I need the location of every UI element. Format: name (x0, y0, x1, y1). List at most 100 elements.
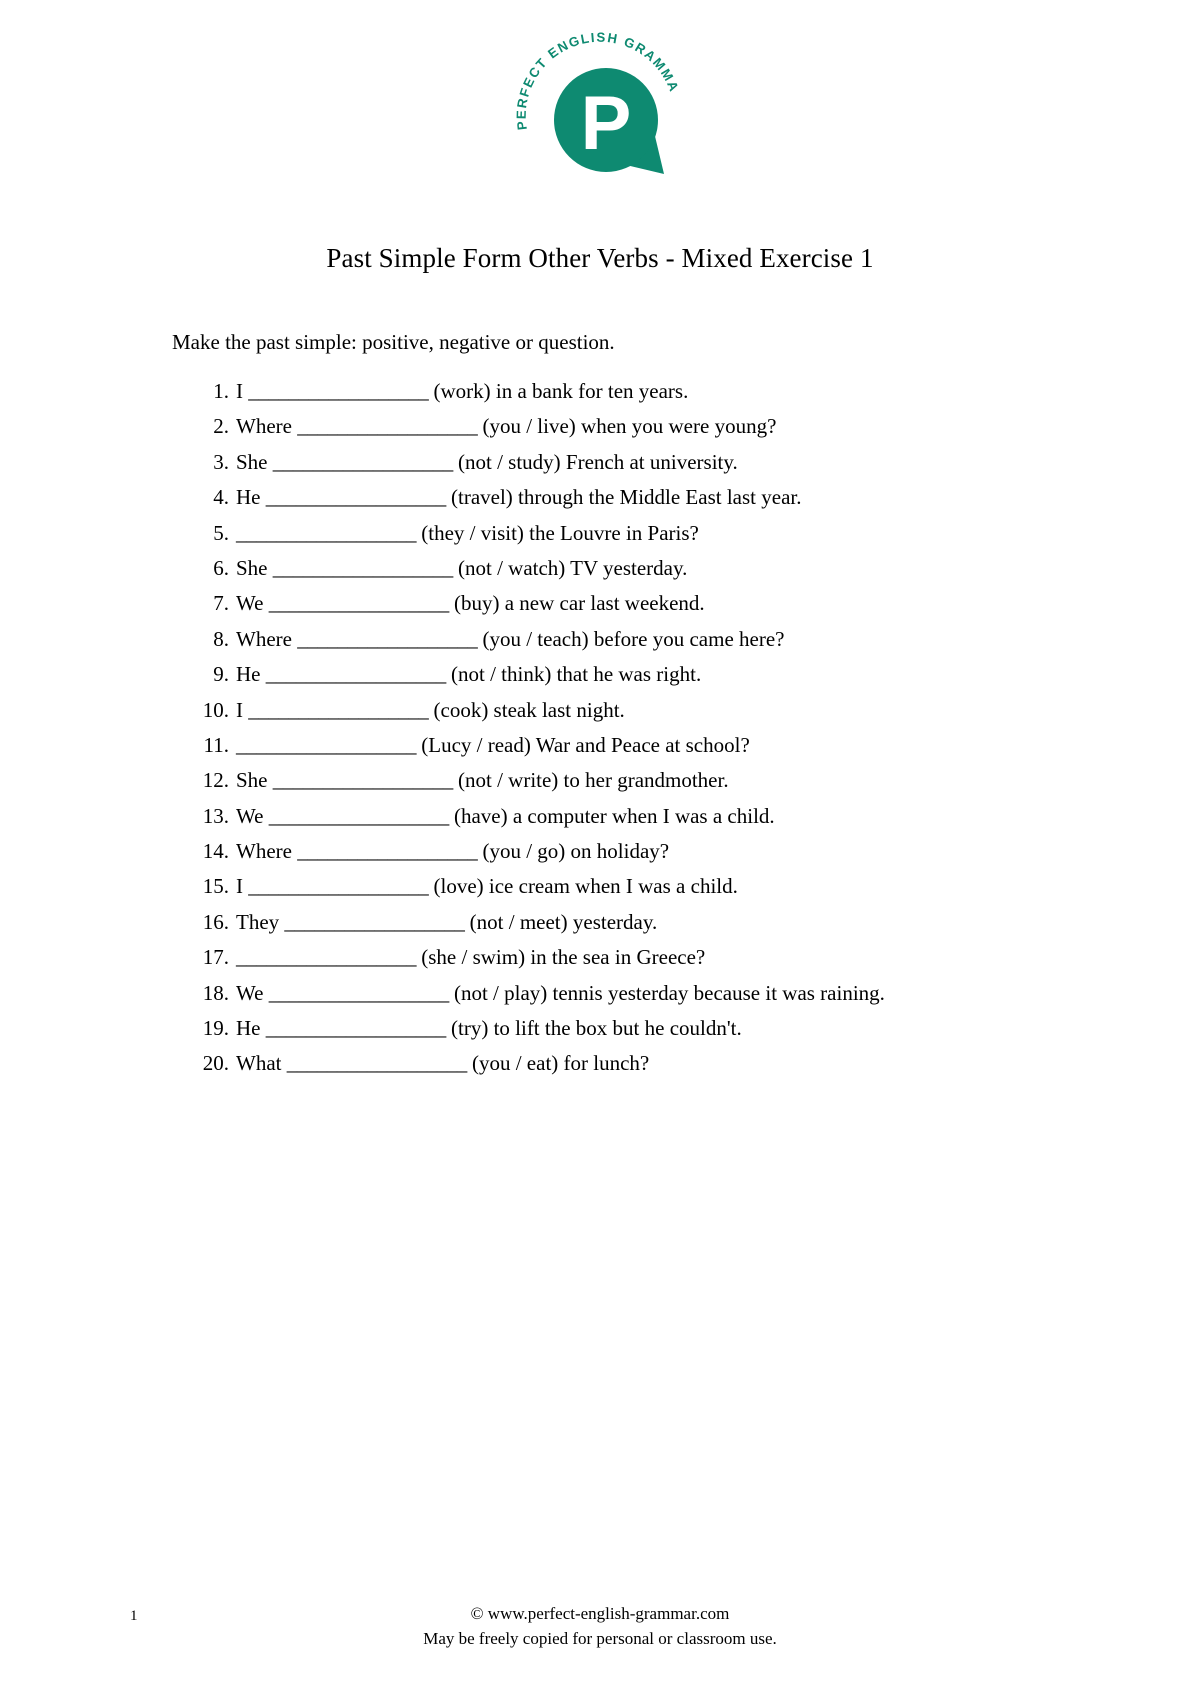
question-prefix: She (236, 449, 273, 474)
answer-blank[interactable]: __________________ (273, 451, 454, 473)
perfect-english-grammar-logo: P PERFECT ENGLISH GRAMMAR (514, 24, 686, 196)
answer-blank[interactable]: __________________ (266, 664, 447, 685)
question-text: I __________________ (work) in a bank fo… (236, 381, 688, 402)
logo-container: P PERFECT ENGLISH GRAMMAR (0, 24, 1200, 196)
question-text: __________________ (they / visit) the Lo… (236, 520, 699, 545)
question-item: 13. We __________________ (have) a comput… (196, 803, 1090, 841)
question-prefix: We (236, 803, 269, 828)
question-number: 16. (202, 909, 229, 934)
question-number: 15. (202, 874, 229, 899)
question-text: What __________________ (you / eat) for … (236, 1053, 649, 1074)
question-item: 8. Where __________________ (you / teach)… (196, 626, 1090, 664)
question-text: Where __________________ (you / go) on h… (236, 841, 669, 862)
question-suffix: (buy) a new car last weekend. (448, 591, 705, 616)
answer-blank[interactable]: __________________ (269, 805, 450, 827)
answer-blank[interactable]: __________________ (269, 593, 450, 614)
page-footer: 1 © www.perfect-english-grammar.com May … (0, 1594, 1200, 1656)
question-item: 17. __________________ (she / swim) in th… (196, 947, 1090, 982)
question-text: He __________________ (try) to lift the … (236, 1018, 742, 1039)
question-prefix: Where (236, 839, 298, 864)
answer-blank[interactable]: __________________ (266, 1018, 447, 1039)
answer-blank[interactable]: __________________ (287, 1053, 468, 1074)
question-prefix: I (236, 697, 249, 722)
question-item: 1. I __________________ (work) in a bank … (196, 381, 1090, 416)
question-text: We __________________ (have) a computer … (236, 803, 775, 828)
question-suffix: (you / go) on holiday? (477, 839, 670, 864)
question-text: We __________________ (not / play) tenni… (236, 980, 885, 1005)
question-suffix: (try) to lift the box but he couldn't. (445, 1016, 742, 1041)
answer-blank[interactable]: __________________ (273, 770, 454, 791)
question-item: 19. He __________________ (try) to lift t… (196, 1018, 1090, 1053)
question-text: We __________________ (buy) a new car la… (236, 593, 705, 614)
question-suffix: (travel) through the Middle East last ye… (445, 485, 802, 510)
question-item: 16. They __________________ (not / meet) … (196, 909, 1090, 947)
question-text: __________________ (Lucy / read) War and… (236, 734, 750, 756)
answer-blank[interactable]: __________________ (266, 487, 447, 508)
question-item: 18. We __________________ (not / play) te… (196, 980, 1090, 1018)
question-text: He __________________ (travel) through t… (236, 487, 801, 508)
question-item: 5. __________________ (they / visit) the … (196, 520, 1090, 558)
question-number: 4. (213, 485, 229, 510)
question-text: She __________________ (not / watch) TV … (236, 555, 688, 580)
question-prefix: We (236, 980, 269, 1005)
answer-blank[interactable]: __________________ (269, 982, 450, 1004)
copyright-text: © www.perfect-english-grammar.com (470, 1604, 730, 1623)
question-item: 7. We __________________ (buy) a new car … (196, 593, 1090, 628)
question-prefix: She (236, 768, 273, 793)
question-number: 8. (213, 626, 229, 651)
question-text: Where __________________ (you / teach) b… (236, 626, 784, 651)
question-prefix: They (236, 909, 285, 934)
question-suffix: (cook) steak last night. (428, 697, 625, 722)
answer-blank[interactable]: __________________ (248, 699, 429, 721)
question-item: 2. Where __________________ (you / live) … (196, 416, 1090, 451)
answer-blank[interactable]: __________________ (236, 522, 417, 544)
question-prefix: What (236, 1051, 287, 1076)
question-prefix: We (236, 591, 269, 616)
question-suffix: (they / visit) the Louvre in Paris? (416, 520, 699, 545)
answer-blank[interactable]: __________________ (297, 841, 478, 862)
question-number: 18. (202, 980, 229, 1005)
question-number: 14. (202, 839, 229, 864)
answer-blank[interactable]: __________________ (297, 416, 478, 437)
question-suffix: (not / think) that he was right. (445, 662, 702, 687)
answer-blank[interactable]: __________________ (297, 628, 478, 650)
question-text: __________________ (she / swim) in the s… (236, 947, 705, 968)
question-text: I __________________ (cook) steak last n… (236, 697, 625, 722)
instruction-text: Make the past simple: positive, negative… (172, 330, 615, 354)
question-prefix: She (236, 555, 273, 580)
question-item: 15. I __________________ (love) ice cream… (196, 876, 1090, 911)
question-item: 9. He __________________ (not / think) th… (196, 664, 1090, 699)
answer-blank[interactable]: __________________ (236, 734, 417, 756)
page-title: Past Simple Form Other Verbs - Mixed Exe… (326, 243, 874, 274)
question-text: She __________________ (not / study) Fre… (236, 449, 738, 474)
question-list: 1. I __________________ (work) in a bank … (196, 381, 1090, 1089)
question-prefix: Where (236, 414, 298, 439)
question-number: 11. (203, 732, 229, 757)
answer-blank[interactable]: __________________ (273, 557, 454, 579)
question-number: 10. (202, 697, 229, 722)
question-suffix: (not / watch) TV yesterday. (452, 555, 688, 580)
question-suffix: (not / study) French at university. (452, 449, 738, 474)
question-number: 1. (213, 379, 229, 403)
question-prefix: He (236, 662, 266, 687)
question-item: 11. __________________ (Lucy / read) War … (196, 732, 1090, 770)
question-text: He __________________ (not / think) that… (236, 664, 701, 685)
question-suffix: (work) in a bank for ten years. (428, 379, 689, 403)
question-prefix: Where (236, 626, 298, 651)
question-number: 17. (202, 945, 229, 970)
question-number: 13. (202, 803, 229, 828)
question-number: 2. (213, 414, 229, 439)
question-text: Where __________________ (you / live) wh… (236, 416, 776, 437)
answer-blank[interactable]: __________________ (284, 911, 465, 933)
question-item: 10. I __________________ (cook) steak las… (196, 697, 1090, 735)
permission-text: May be freely copied for personal or cla… (423, 1628, 777, 1648)
question-number: 20. (202, 1051, 229, 1076)
question-item: 20. What __________________ (you / eat) f… (196, 1053, 1090, 1088)
answer-blank[interactable]: __________________ (236, 947, 417, 968)
question-number: 7. (213, 591, 229, 616)
footer-text-block: © www.perfect-english-grammar.com May be… (0, 1602, 1200, 1651)
answer-blank[interactable]: __________________ (248, 381, 429, 402)
answer-blank[interactable]: __________________ (248, 876, 429, 897)
question-suffix: (have) a computer when I was a child. (448, 803, 775, 828)
question-number: 3. (213, 449, 229, 474)
